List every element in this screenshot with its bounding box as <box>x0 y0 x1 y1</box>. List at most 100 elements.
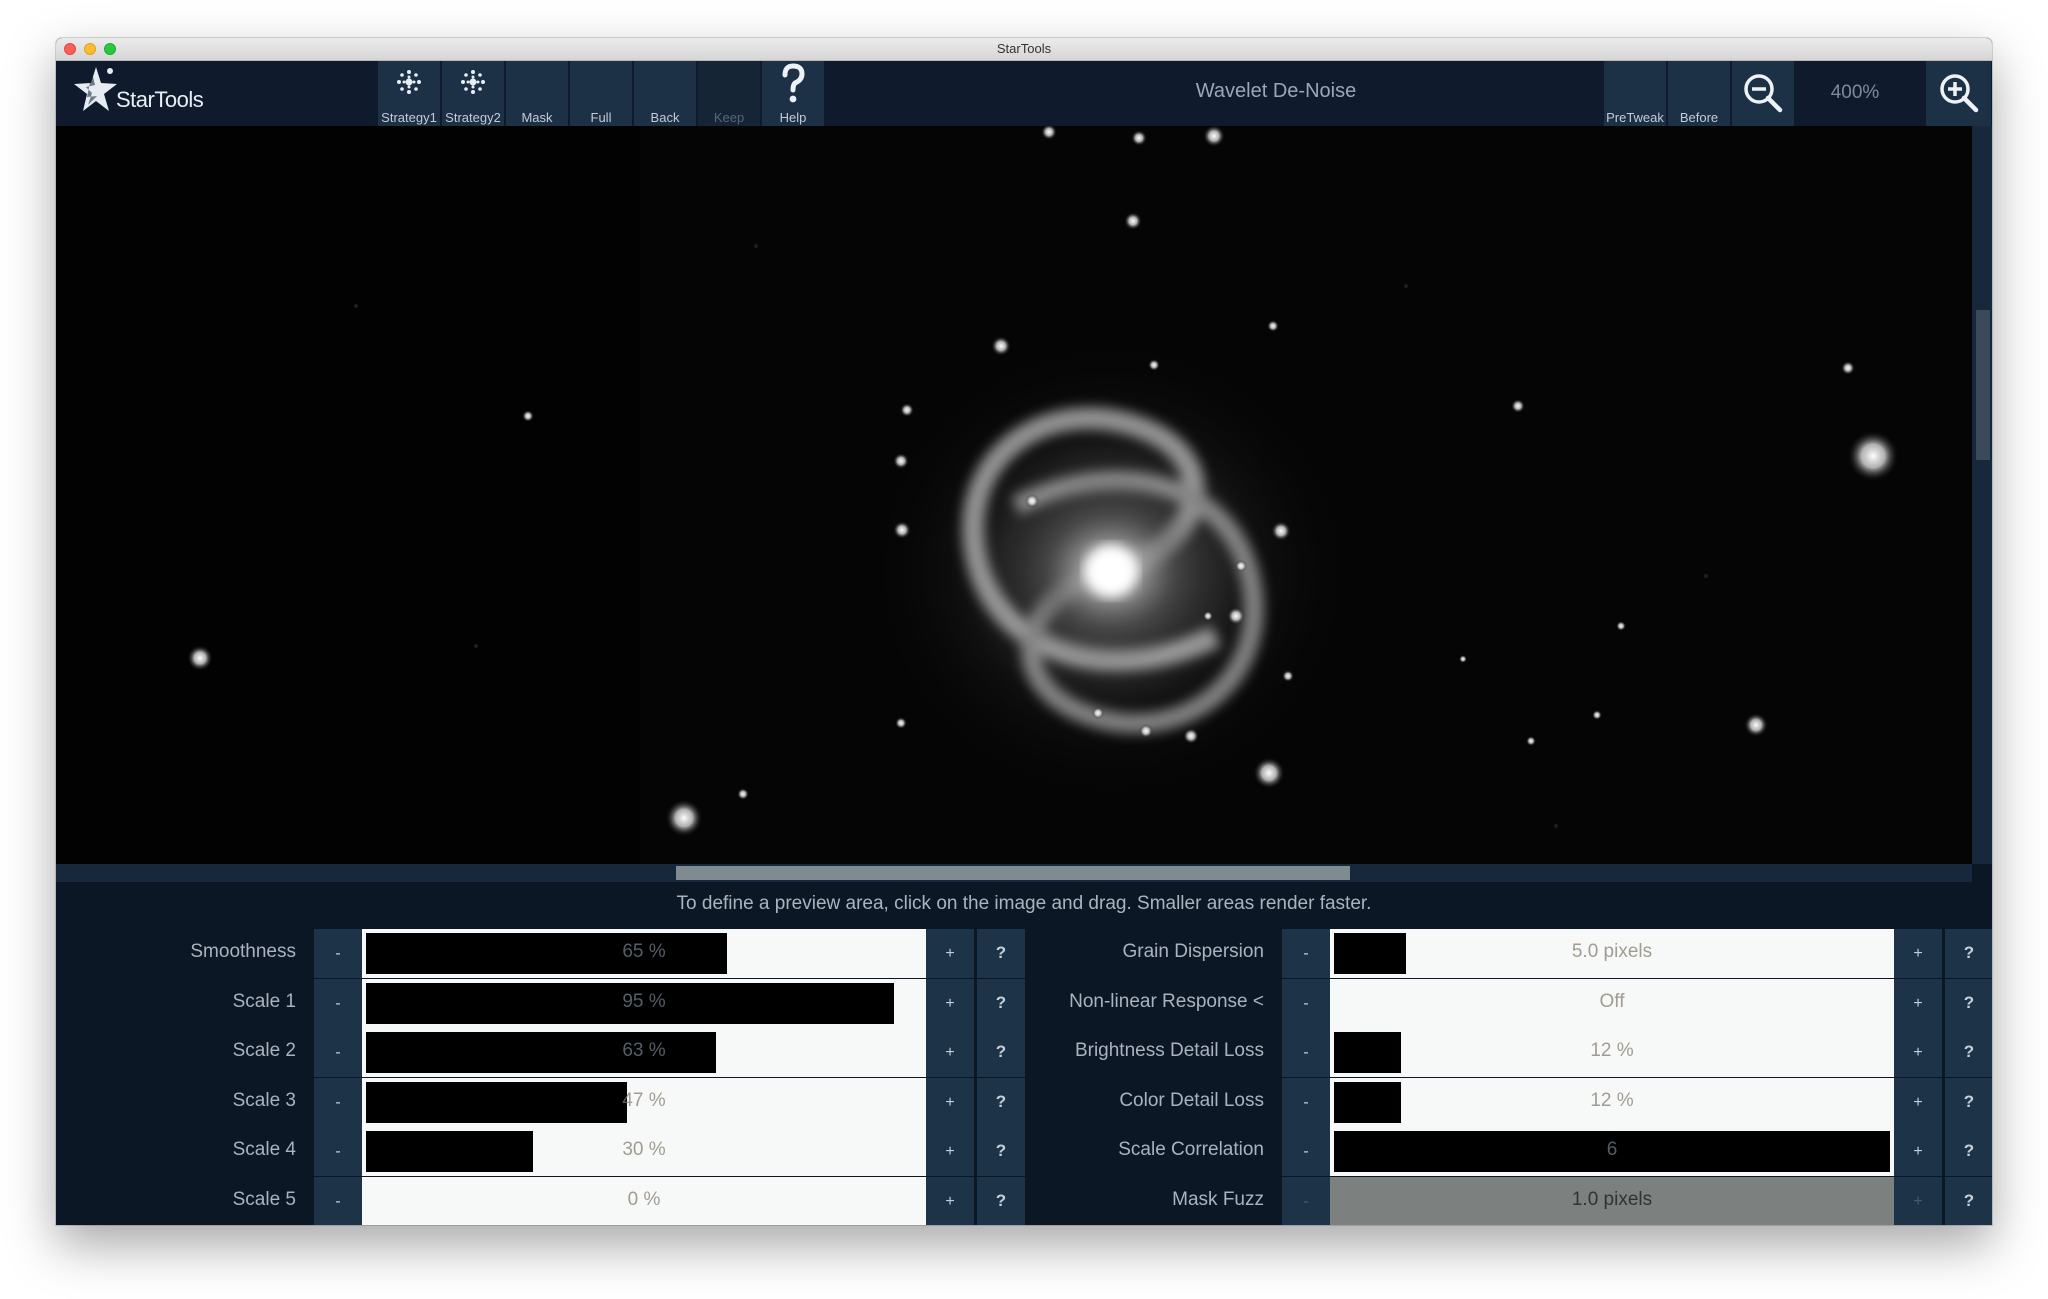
param-label: Non-linear Response < <box>1069 990 1264 1012</box>
back-label: Back <box>650 110 680 125</box>
strategy1-button[interactable]: Strategy1 <box>378 61 441 126</box>
grain-dispersion-increase-button[interactable]: + <box>1894 929 1942 978</box>
pretweak-button[interactable]: PreTweak <box>1604 61 1667 126</box>
mask-fuzz-increase-button[interactable]: + <box>1894 1176 1942 1225</box>
vertical-scrollbar[interactable] <box>1972 126 1992 864</box>
brightness-detail-loss-increase-button[interactable]: + <box>1894 1028 1942 1077</box>
grain-dispersion-slider[interactable]: 5.0 pixels <box>1330 929 1894 978</box>
app-window: StarTools StarTools Strategy1 Strategy2 … <box>56 38 1992 1225</box>
keep-button[interactable]: Keep <box>698 61 761 126</box>
horizontal-scrollbar[interactable] <box>56 864 1972 882</box>
scale-correlation-increase-button[interactable]: + <box>1894 1127 1942 1176</box>
color-detail-loss-decrease-button[interactable]: - <box>1282 1077 1330 1127</box>
scale-1-increase-button[interactable]: + <box>926 978 974 1028</box>
mask-fuzz-help-button[interactable]: ? <box>1945 1176 1992 1225</box>
scale-correlation-slider[interactable]: 6 <box>1330 1127 1894 1176</box>
help-label: Help <box>779 110 807 125</box>
scale-2-slider[interactable]: 63 % <box>362 1028 926 1077</box>
param-row-scale-3: Scale 3- 47 % +? <box>56 1077 1025 1127</box>
zoom-in-button[interactable] <box>1926 61 1992 126</box>
mask-button[interactable]: Mask <box>506 61 569 126</box>
scale-3-slider[interactable]: 47 % <box>362 1077 926 1127</box>
help-button[interactable]: Help <box>762 61 825 126</box>
scale-3-increase-button[interactable]: + <box>926 1077 974 1127</box>
before-button[interactable]: Before <box>1668 61 1731 126</box>
scale-5-decrease-button[interactable]: - <box>314 1176 362 1225</box>
slider-value: 6 <box>1606 1139 1618 1160</box>
strategy2-button[interactable]: Strategy2 <box>442 61 505 126</box>
scale-1-slider[interactable]: 95 % <box>362 978 926 1028</box>
scale-2-help-button[interactable]: ? <box>977 1028 1025 1077</box>
color-detail-loss-help-button[interactable]: ? <box>1945 1077 1992 1127</box>
non-linear-response-decrease-button[interactable]: - <box>1282 978 1330 1028</box>
non-linear-response-slider[interactable]: Off <box>1330 978 1894 1028</box>
grain-dispersion-decrease-button[interactable]: - <box>1282 929 1330 978</box>
title-bar: StarTools <box>56 38 1992 61</box>
smoothness-increase-button[interactable]: + <box>926 929 974 978</box>
mask-fuzz-slider[interactable]: 1.0 pixels <box>1330 1176 1894 1225</box>
smoothness-slider[interactable]: 65 % <box>362 929 926 978</box>
smoothness-help-button[interactable]: ? <box>977 929 1025 978</box>
help-icon <box>782 63 805 103</box>
vertical-scroll-thumb[interactable] <box>1976 310 1990 460</box>
scale-2-increase-button[interactable]: + <box>926 1028 974 1077</box>
color-detail-loss-slider[interactable]: 12 % <box>1330 1077 1894 1127</box>
mask-fuzz-decrease-button[interactable]: - <box>1282 1176 1330 1225</box>
scale-5-slider[interactable]: 0 % <box>362 1176 926 1225</box>
param-row-grain-dispersion: Grain Dispersion - 5.0 pixels +? <box>1024 929 1992 978</box>
app-name: StarTools <box>116 87 204 112</box>
param-label: Color Detail Loss <box>1119 1089 1264 1111</box>
strategy-dots-icon <box>397 70 421 94</box>
param-row-scale-correlation: Scale Correlation - 6 +? <box>1024 1127 1992 1176</box>
non-linear-response-help-button[interactable]: ? <box>1945 978 1992 1028</box>
image-canvas[interactable] <box>56 126 1972 864</box>
preview-hint: To define a preview area, click on the i… <box>676 893 1372 914</box>
module-title: Wavelet De-Noise <box>1195 80 1357 102</box>
scale-1-decrease-button[interactable]: - <box>314 978 362 1028</box>
non-linear-response-increase-button[interactable]: + <box>1894 978 1942 1028</box>
scale-5-help-button[interactable]: ? <box>977 1176 1025 1225</box>
slider-value: 63 % <box>622 1040 666 1061</box>
param-label: Grain Dispersion <box>1122 941 1265 962</box>
smoothness-decrease-button[interactable]: - <box>314 929 362 978</box>
scale-3-help-button[interactable]: ? <box>977 1077 1025 1127</box>
param-label: Scale 1 <box>232 990 296 1012</box>
full-label: Full <box>590 110 612 125</box>
horizontal-scroll-thumb[interactable] <box>676 866 1350 880</box>
param-row-non-linear-response: Non-linear Response < - Off +? <box>1024 978 1992 1028</box>
zoom-out-icon <box>1744 74 1783 113</box>
scale-4-increase-button[interactable]: + <box>926 1127 974 1176</box>
scale-4-help-button[interactable]: ? <box>977 1127 1025 1176</box>
zoom-out-button[interactable] <box>1732 61 1795 126</box>
app-logo: StarTools <box>70 65 230 121</box>
scale-correlation-decrease-button[interactable]: - <box>1282 1127 1330 1176</box>
scale-1-help-button[interactable]: ? <box>977 978 1025 1028</box>
brightness-detail-loss-help-button[interactable]: ? <box>1945 1028 1992 1077</box>
brightness-detail-loss-decrease-button[interactable]: - <box>1282 1028 1330 1077</box>
keep-label: Keep <box>713 110 745 125</box>
param-row-smoothness: Smoothness - 65 % +? <box>56 929 1025 978</box>
scale-2-decrease-button[interactable]: - <box>314 1028 362 1077</box>
color-detail-loss-increase-button[interactable]: + <box>1894 1077 1942 1127</box>
grain-dispersion-help-button[interactable]: ? <box>1945 929 1992 978</box>
scale-3-decrease-button[interactable]: - <box>314 1077 362 1127</box>
slider-value: 65 % <box>622 941 666 962</box>
back-button[interactable]: Back <box>634 61 697 126</box>
scale-5-increase-button[interactable]: + <box>926 1176 974 1225</box>
scale-correlation-help-button[interactable]: ? <box>1945 1127 1992 1176</box>
param-row-scale-1: Scale 1- 95 % +? <box>56 978 1025 1028</box>
param-row-scale-2: Scale 2- 63 % +? <box>56 1028 1025 1077</box>
param-label: Scale 3 <box>232 1089 296 1111</box>
strategy1-label: Strategy1 <box>381 110 437 125</box>
slider-value: 5.0 pixels <box>1571 941 1653 962</box>
slider-value: 47 % <box>622 1089 666 1111</box>
slider-value: 95 % <box>622 990 666 1012</box>
scale-4-slider[interactable]: 30 % <box>362 1127 926 1176</box>
brightness-detail-loss-slider[interactable]: 12 % <box>1330 1028 1894 1077</box>
star-logo-icon <box>74 67 117 111</box>
param-label: Mask Fuzz <box>1172 1188 1264 1210</box>
param-row-brightness-detail-loss: Brightness Detail Loss - 12 % +? <box>1024 1028 1992 1077</box>
strategy2-label: Strategy2 <box>445 110 501 125</box>
scale-4-decrease-button[interactable]: - <box>314 1127 362 1176</box>
full-button[interactable]: Full <box>570 61 633 126</box>
